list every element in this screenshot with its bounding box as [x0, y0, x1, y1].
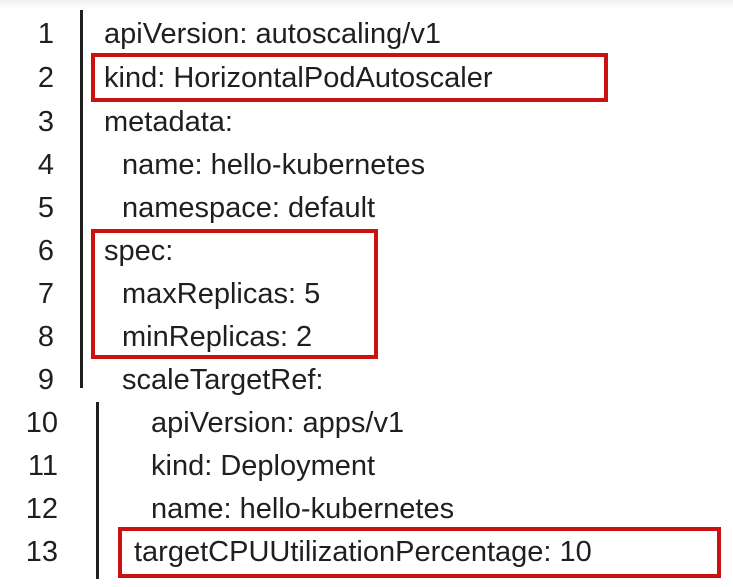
- highlight-box-target-cpu: [118, 527, 721, 578]
- code-line: 11 kind: Deployment: [0, 444, 733, 488]
- line-number: 10: [25, 407, 58, 439]
- line-number: 13: [25, 536, 58, 568]
- line-number: 9: [37, 364, 54, 396]
- code-line: 10 apiVersion: apps/v1: [0, 401, 733, 445]
- code-text: name: hello-kubernetes: [151, 493, 455, 525]
- code-line: 1 apiVersion: autoscaling/v1: [0, 12, 733, 56]
- line-number: 8: [37, 321, 54, 353]
- line-number: 4: [37, 149, 54, 181]
- code-text: name: hello-kubernetes: [122, 149, 426, 181]
- code-text: namespace: default: [122, 192, 376, 224]
- line-number: 3: [37, 106, 54, 138]
- code-line: 4 name: hello-kubernetes: [0, 143, 733, 187]
- line-number: 7: [37, 278, 54, 310]
- code-view: 1 apiVersion: autoscaling/v1 2 kind: Hor…: [0, 0, 733, 587]
- code-text: apiVersion: autoscaling/v1: [104, 18, 441, 50]
- code-text: kind: Deployment: [151, 450, 376, 482]
- line-number: 12: [25, 493, 58, 525]
- code-line: 3 metadata:: [0, 100, 733, 144]
- line-number: 11: [27, 450, 58, 482]
- line-number: 6: [37, 235, 54, 267]
- code-text: apiVersion: apps/v1: [151, 407, 405, 439]
- line-number: 5: [37, 192, 54, 224]
- code-line: 12 name: hello-kubernetes: [0, 487, 733, 531]
- highlight-box-kind: [91, 53, 608, 102]
- highlight-box-spec: [91, 229, 378, 359]
- code-text: scaleTargetRef:: [122, 364, 324, 396]
- code-line: 9 scaleTargetRef:: [0, 358, 733, 402]
- line-number: 1: [37, 18, 54, 50]
- code-text: metadata:: [104, 106, 233, 138]
- code-line: 5 namespace: default: [0, 186, 733, 230]
- line-number: 2: [37, 62, 54, 94]
